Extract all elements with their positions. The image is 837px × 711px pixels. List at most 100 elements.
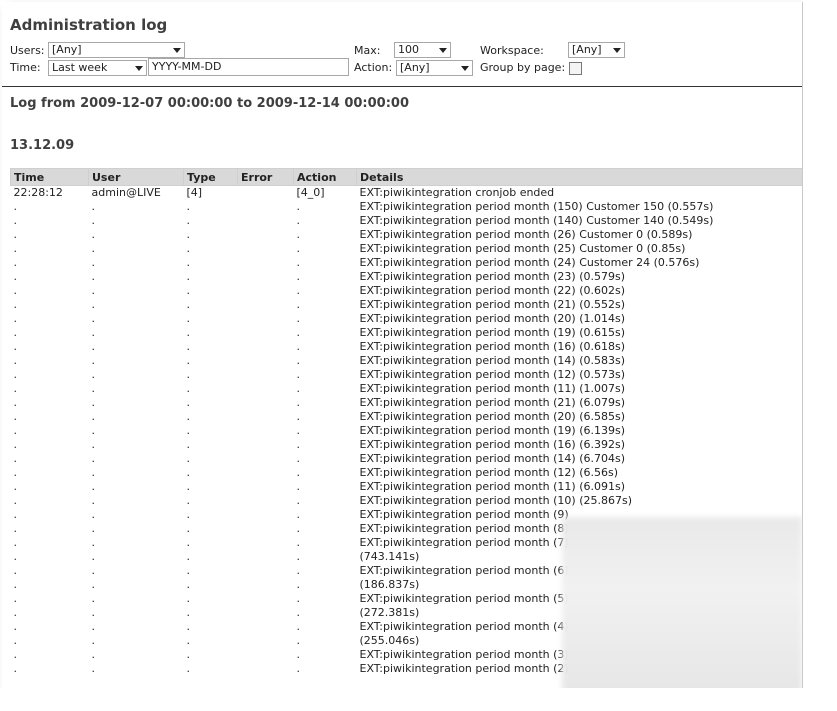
cell-user: .: [91, 662, 96, 675]
cell-action: .: [296, 298, 301, 311]
cell-type: .: [186, 522, 191, 535]
action-label: Action:: [354, 61, 393, 74]
date-input[interactable]: YYYY-MM-DD: [148, 58, 349, 76]
cell-type: .: [186, 214, 191, 227]
users-select[interactable]: [Any]: [48, 42, 185, 58]
cell-action: .: [296, 256, 301, 269]
cell-time: .: [13, 368, 18, 381]
cell-user: .: [91, 284, 96, 297]
cell-action: .: [296, 396, 301, 409]
cell-details: EXT:piwikintegration period month (16) (…: [359, 340, 626, 353]
cell-action: .: [296, 312, 301, 325]
cell-type: .: [186, 256, 191, 269]
log-range-heading: Log from 2009-12-07 00:00:00 to 2009-12-…: [10, 96, 410, 111]
cell-time: .: [13, 382, 18, 395]
cell-type: [4]: [186, 186, 203, 199]
cell-error: [238, 452, 294, 466]
cell-type: .: [186, 620, 191, 633]
cell-user: .: [91, 508, 96, 521]
chevron-down-icon: [461, 66, 469, 71]
cell-error: [238, 270, 294, 284]
cell-action: .: [296, 284, 301, 297]
table-row: .... EXT:piwikintegration period month (1…: [11, 214, 803, 228]
cell-action: .: [296, 424, 301, 437]
cell-user: .: [91, 312, 96, 325]
cell-time: .: [13, 522, 18, 535]
cell-error: [238, 438, 294, 452]
cell-action: .: [296, 662, 301, 675]
cell-type: .: [186, 648, 191, 661]
divider: [2, 86, 802, 87]
cell-type: .: [186, 480, 191, 493]
cell-action: .: [296, 648, 301, 661]
cell-time: .: [13, 270, 18, 283]
cell-type: .: [186, 592, 191, 605]
cell-action: .: [296, 340, 301, 353]
cell-action: .: [296, 550, 301, 563]
cell-time: .: [13, 606, 18, 619]
time-select[interactable]: Last week: [48, 60, 147, 76]
cell-time: .: [13, 620, 18, 633]
blurred-region: [562, 517, 802, 692]
cell-error: [238, 186, 294, 201]
chevron-down-icon: [173, 48, 181, 53]
cell-type: .: [186, 578, 191, 591]
cell-action: [4_0]: [296, 186, 325, 199]
cell-type: .: [186, 242, 191, 255]
table-row: .... EXT:piwikintegration period month (1…: [11, 200, 803, 214]
cell-type: .: [186, 270, 191, 283]
cell-type: .: [186, 368, 191, 381]
cell-action: .: [296, 480, 301, 493]
max-select-value: 100: [398, 43, 419, 56]
col-action[interactable]: Action: [293, 168, 357, 186]
cell-type: .: [186, 200, 191, 213]
cell-user: .: [91, 298, 96, 311]
cell-error: [238, 214, 294, 228]
cell-user: .: [91, 564, 96, 577]
cell-error: [238, 382, 294, 396]
cell-action: .: [296, 242, 301, 255]
col-type[interactable]: Type: [183, 168, 238, 186]
cell-type: .: [186, 466, 191, 479]
cell-time: .: [13, 564, 18, 577]
cell-action: .: [296, 452, 301, 465]
col-time[interactable]: Time: [10, 168, 89, 186]
workspace-select[interactable]: [Any]: [568, 42, 625, 58]
max-label: Max:: [354, 44, 381, 57]
cell-type: .: [186, 312, 191, 325]
cell-time: .: [13, 550, 18, 563]
cell-error: [238, 340, 294, 354]
action-select[interactable]: [Any]: [396, 60, 473, 76]
cell-type: .: [186, 564, 191, 577]
col-user[interactable]: User: [88, 168, 184, 186]
cell-time: .: [13, 200, 18, 213]
admin-log-panel: Administration log Users: [Any] Time: La…: [2, 2, 803, 692]
col-details[interactable]: Details: [356, 168, 802, 186]
cell-error: [238, 564, 294, 578]
cell-error: [238, 536, 294, 550]
table-row: .... EXT:piwikintegration period month (2…: [11, 270, 803, 284]
cell-time: .: [13, 424, 18, 437]
cell-details: EXT:piwikintegration period month (19) (…: [359, 424, 626, 437]
cell-error: [238, 256, 294, 270]
cell-time: .: [13, 592, 18, 605]
group-by-page-label: Group by page:: [480, 61, 566, 74]
cell-user: .: [91, 452, 96, 465]
table-row: .... EXT:piwikintegration period month (2…: [11, 298, 803, 312]
cell-error: [238, 606, 294, 620]
cell-action: .: [296, 536, 301, 549]
max-select[interactable]: 100: [394, 42, 451, 58]
cell-time: .: [13, 354, 18, 367]
cell-action: .: [296, 466, 301, 479]
group-by-page-checkbox[interactable]: [569, 62, 582, 75]
cell-type: .: [186, 606, 191, 619]
cell-error: [238, 634, 294, 648]
cell-type: .: [186, 662, 191, 675]
cell-type: .: [186, 536, 191, 549]
cell-action: .: [296, 578, 301, 591]
cell-details: EXT:piwikintegration period month (20) (…: [359, 312, 626, 325]
col-error[interactable]: Error: [237, 168, 294, 186]
cell-type: .: [186, 354, 191, 367]
time-label: Time:: [10, 61, 41, 74]
table-row: .... EXT:piwikintegration period month (2…: [11, 396, 803, 410]
